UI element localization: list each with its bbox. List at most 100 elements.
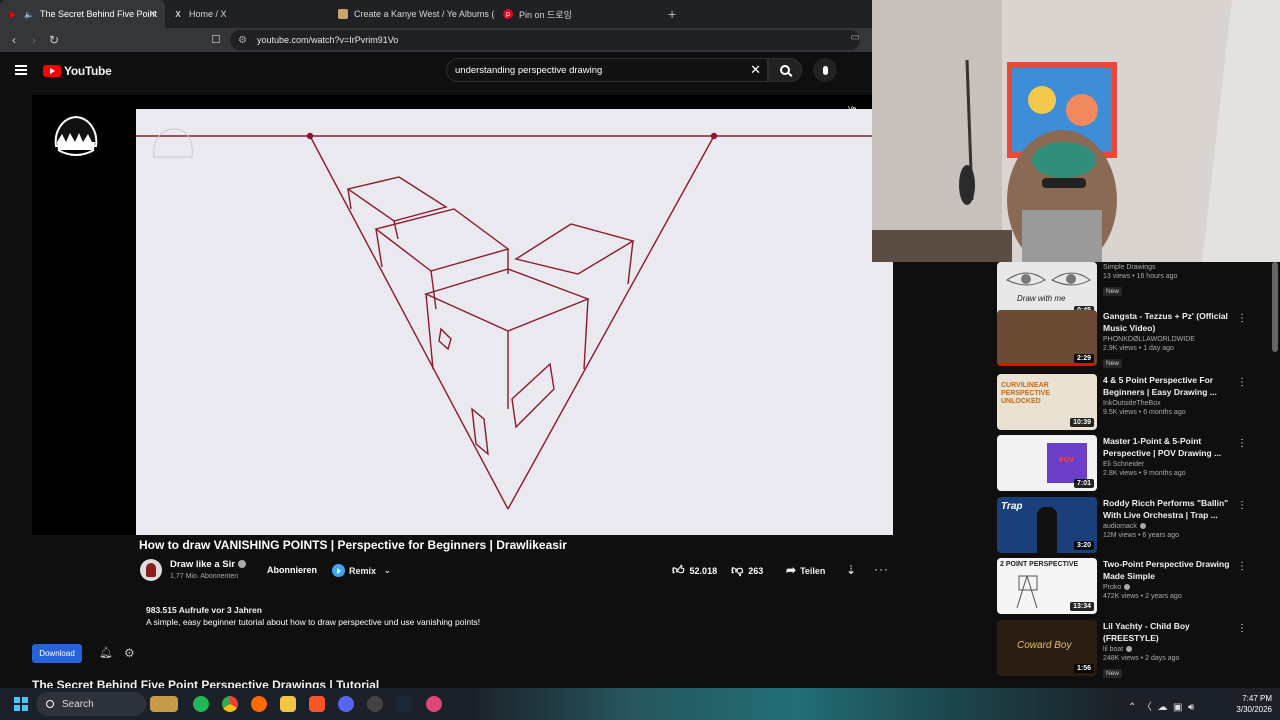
back-icon[interactable]: ‹ <box>4 33 24 47</box>
youtube-icon: ▶ <box>9 9 17 19</box>
tab-label: Pin on 드로잉 <box>519 9 572 20</box>
rec-more-icon[interactable]: ⋮ <box>1237 313 1247 324</box>
rec-meta: 12M views • 6 years ago <box>1103 532 1179 539</box>
app-icon[interactable] <box>426 696 442 712</box>
rec-item-1[interactable]: 2:29 Gangsta - Tezzus + Pz' (Official Mu… <box>997 310 1267 368</box>
channel-name-text[interactable]: Draw like a Sir <box>170 559 235 570</box>
steam-icon[interactable] <box>396 696 412 712</box>
drawing-canvas <box>136 109 893 535</box>
url-text: youtube.com/watch?v=IrPvrim91Vo <box>256 35 399 45</box>
rec-channel[interactable]: Simple Drawings <box>1103 264 1233 271</box>
address-bar: ‹ › ↻ ☐ ⚙ youtube.com/watch?v=IrPvrim91V… <box>0 28 872 52</box>
speaker-icon[interactable]: 🔈 <box>24 9 34 19</box>
rec-item-3[interactable]: POV 7:01 Master 1-Point & 5-Point Perspe… <box>997 435 1267 493</box>
rec-thumbnail[interactable]: POV 7:01 <box>997 435 1097 491</box>
rec-thumbnail[interactable]: 2:29 <box>997 310 1097 366</box>
duration-badge: 2:29 <box>1073 354 1094 363</box>
channel-name[interactable]: Draw like a Sir <box>170 559 246 570</box>
site-info-icon[interactable]: ⚙ <box>238 35 247 46</box>
rec-more-icon[interactable]: ⋮ <box>1237 438 1247 449</box>
close-tab-icon[interactable]: ✕ <box>149 9 157 20</box>
rec-channel[interactable]: PHONKDØLLAWORLDWIDE <box>1103 336 1233 343</box>
chrome-icon[interactable] <box>222 696 238 712</box>
app-icon[interactable] <box>251 696 267 712</box>
rec-more-icon[interactable]: ⋮ <box>1237 500 1247 511</box>
url-field[interactable]: ⚙ youtube.com/watch?v=IrPvrim91Vo ▭ <box>230 30 860 50</box>
more-actions-icon[interactable]: ··· <box>874 562 889 576</box>
tab-youtube[interactable]: ▶ 🔈 The Secret Behind Five Point ✕ <box>0 0 165 28</box>
discord-icon[interactable] <box>338 696 354 712</box>
windows-start-icon[interactable] <box>14 697 28 711</box>
chevron-down-icon[interactable]: ⌄ <box>384 566 391 575</box>
search-input[interactable]: understanding perspective drawing ✕ <box>446 58 768 82</box>
forward-icon[interactable]: › <box>24 33 44 47</box>
share-button[interactable]: ➦ Teilen <box>786 563 829 577</box>
rec-item-4[interactable]: Trap 3:20 Roddy Ricch Performs "Ballin" … <box>997 497 1267 555</box>
taskbar-search[interactable]: Search <box>36 692 146 716</box>
rec-title[interactable]: Two-Point Perspective Drawing Made Simpl… <box>1103 558 1233 582</box>
remix-button[interactable]: Remix ⌄ <box>332 564 391 577</box>
rec-thumbnail[interactable]: 2 POINT PERSPECTIVE 13:34 <box>997 558 1097 614</box>
rec-title[interactable]: Roddy Ricch Performs "Ballin" With Live … <box>1103 497 1233 521</box>
channel-avatar[interactable] <box>140 559 162 581</box>
rec-item-6[interactable]: Coward Boy 1:56 Lil Yachty - Child Boy (… <box>997 620 1267 678</box>
rec-channel[interactable]: Proko <box>1103 584 1233 591</box>
like-count[interactable]: 52.018 <box>690 566 718 576</box>
rec-more-icon[interactable]: ⋮ <box>1237 561 1247 572</box>
brave-icon[interactable] <box>309 696 325 712</box>
perspective-drawing <box>136 128 893 510</box>
system-tray[interactable]: ⌃ 〈 ☁ ▣ 🔊︎ <box>1128 698 1194 713</box>
cast-icon[interactable]: ▭ <box>851 32 860 43</box>
tab-pinterest[interactable]: p Pin on 드로잉 <box>495 0 660 28</box>
spotify-icon[interactable] <box>193 696 209 712</box>
rec-title[interactable]: Master 1-Point & 5-Point Perspective | P… <box>1103 435 1233 459</box>
taskbar-clock[interactable]: 7:47 PM 3/30/2026 <box>1226 693 1272 715</box>
rec-item-5[interactable]: 2 POINT PERSPECTIVE 13:34 Two-Point Pers… <box>997 558 1267 616</box>
bell-icon[interactable]: 🔔︎ <box>99 646 113 659</box>
clock-date: 3/30/2026 <box>1236 705 1272 714</box>
obs-icon[interactable] <box>367 696 383 712</box>
download-button[interactable]: Download <box>32 644 82 663</box>
rec-more-icon[interactable]: ⋮ <box>1237 623 1247 634</box>
rec-thumbnail[interactable]: CURVILINEAR PERSPECTIVE UNLOCKED 10:39 <box>997 374 1097 430</box>
rec-item-2[interactable]: CURVILINEAR PERSPECTIVE UNLOCKED 10:39 4… <box>997 374 1267 432</box>
rec-channel[interactable]: audiomack <box>1103 523 1233 530</box>
thumb-caption: Draw with me <box>1017 294 1066 303</box>
dislike-icon[interactable]: 👎︎ <box>731 563 743 578</box>
player-corner-badge: Ve <box>848 106 857 113</box>
rec-channel[interactable]: lil boat <box>1103 646 1233 653</box>
rec-title[interactable]: Lil Yachty - Child Boy (FREESTYLE) <box>1103 620 1233 644</box>
rec-title[interactable]: Gangsta - Tezzus + Pz' (Official Music V… <box>1103 310 1233 334</box>
scrollbar[interactable] <box>1272 262 1278 352</box>
new-badge: New <box>1103 669 1123 678</box>
subscribe-button[interactable]: Abonnieren <box>267 565 317 575</box>
bookmark-icon[interactable]: ☐ <box>211 33 221 46</box>
search-button[interactable] <box>768 58 802 82</box>
download-video-icon[interactable]: ⇣ <box>846 563 856 577</box>
reload-icon[interactable]: ↻ <box>44 33 64 47</box>
rec-title[interactable]: 4 & 5 Point Perspective For Beginners | … <box>1103 374 1233 398</box>
rec-more-icon[interactable]: ⋮ <box>1237 377 1247 388</box>
youtube-logo[interactable]: YouTube <box>43 64 112 78</box>
rec-channel-text[interactable]: lil boat <box>1103 646 1123 653</box>
rec-channel[interactable]: InkOutsideTheBox <box>1103 400 1233 407</box>
tab-kanye[interactable]: Create a Kanye West / Ye Albums (as <box>330 0 495 28</box>
gear-icon[interactable]: ⚙ <box>124 646 135 660</box>
browser-tab-bar: ▶ 🔈 The Secret Behind Five Point ✕ X Hom… <box>0 0 872 28</box>
description[interactable]: A simple, easy beginner tutorial about h… <box>146 617 480 627</box>
tab-x[interactable]: X Home / X <box>165 0 330 28</box>
new-tab-icon[interactable]: + <box>668 6 676 22</box>
rec-thumbnail[interactable]: Trap 3:20 <box>997 497 1097 553</box>
clear-search-icon[interactable]: ✕ <box>750 62 761 78</box>
rec-channel[interactable]: Eli Schneider <box>1103 461 1233 468</box>
rec-channel-text[interactable]: audiomack <box>1103 523 1137 530</box>
menu-icon[interactable] <box>15 65 27 75</box>
dislike-count[interactable]: 263 <box>748 566 763 576</box>
folder-icon[interactable] <box>280 696 296 712</box>
like-icon[interactable]: 👍︎ <box>672 563 685 578</box>
rec-channel-text[interactable]: Proko <box>1103 584 1121 591</box>
screen: ▶ 🔈 The Secret Behind Five Point ✕ X Hom… <box>0 0 1280 720</box>
widget-icon[interactable] <box>150 696 178 712</box>
voice-search-button[interactable] <box>813 58 837 82</box>
rec-thumbnail[interactable]: Coward Boy 1:56 <box>997 620 1097 676</box>
